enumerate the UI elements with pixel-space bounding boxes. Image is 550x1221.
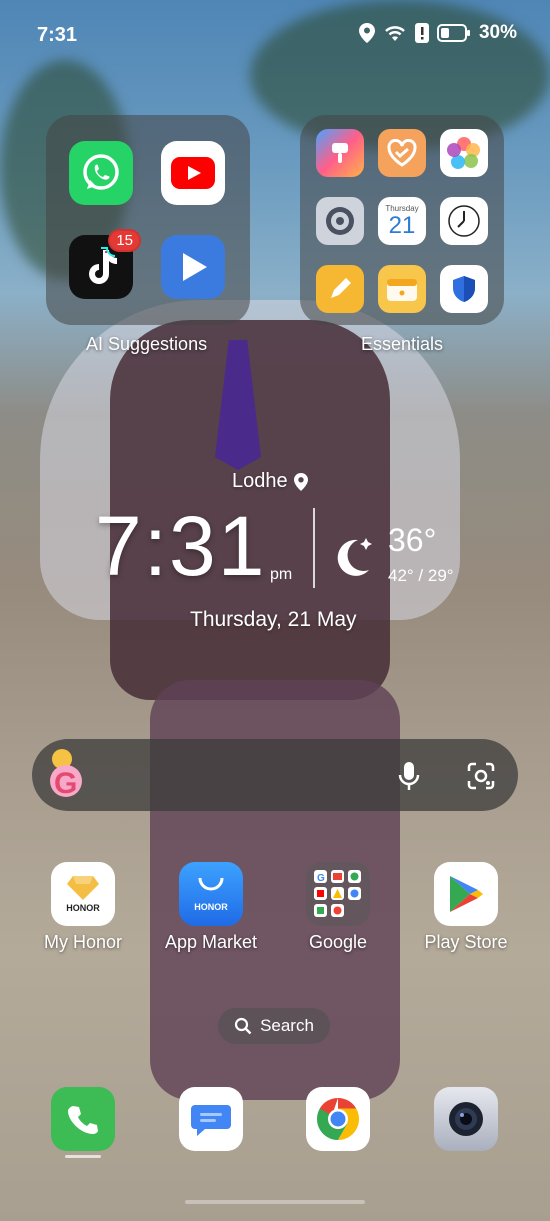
- current-temperature: 36°: [388, 522, 437, 558]
- my-honor-app[interactable]: HONOR: [51, 862, 115, 926]
- clock-date: Thursday, 21 May: [190, 608, 357, 631]
- microphone-icon[interactable]: [398, 761, 420, 791]
- location-icon: [358, 23, 375, 43]
- location-pin-icon: [293, 472, 308, 491]
- notes-app[interactable]: [316, 265, 364, 313]
- home-search-button[interactable]: Search: [218, 1008, 330, 1044]
- notification-badge: 15: [108, 229, 141, 252]
- search-icon: [234, 1017, 252, 1035]
- google-search-bar[interactable]: G: [32, 739, 518, 811]
- optimizer-app[interactable]: [440, 265, 488, 313]
- alert-icon: [414, 23, 429, 43]
- gallery-app[interactable]: [440, 129, 488, 177]
- folder-essentials[interactable]: Thursday 21: [300, 115, 504, 325]
- gear-icon: [326, 207, 354, 235]
- tiktok-app[interactable]: 15: [69, 229, 141, 299]
- health-app[interactable]: [378, 129, 426, 177]
- google-doodle-icon[interactable]: G: [40, 745, 92, 805]
- weather-location[interactable]: Lodhe: [232, 470, 308, 493]
- svg-text:G: G: [317, 873, 325, 884]
- clock-app[interactable]: [440, 197, 488, 245]
- search-label: Search: [260, 1016, 314, 1035]
- google-folder[interactable]: G: [306, 862, 370, 926]
- diamond-icon: [67, 876, 99, 900]
- app-label-app-market[interactable]: App Market: [151, 932, 271, 953]
- chrome-icon: [316, 1098, 360, 1140]
- gesture-bar[interactable]: [185, 1200, 365, 1204]
- chrome-app[interactable]: [306, 1087, 370, 1151]
- clock-icon: [448, 205, 480, 237]
- folder-label-ai-suggestions[interactable]: AI Suggestions: [86, 334, 207, 355]
- messages-app[interactable]: [179, 1087, 243, 1151]
- camera-lens-icon: [449, 1102, 483, 1136]
- location-name: Lodhe: [232, 470, 288, 492]
- battery-icon: [436, 24, 470, 42]
- pencil-icon: [331, 278, 351, 298]
- heart-check-icon: [387, 139, 417, 167]
- gallery-flower-icon: [447, 137, 480, 169]
- play-icon: [183, 253, 207, 281]
- running-indicator: [65, 1155, 101, 1158]
- app-market-app[interactable]: HONOR: [179, 862, 243, 926]
- folder-label-essentials[interactable]: Essentials: [361, 334, 443, 355]
- folder-icon: [387, 279, 417, 301]
- clock-time[interactable]: 7:31: [95, 498, 267, 595]
- clock-ampm: pm: [270, 566, 293, 583]
- folder-ai-suggestions[interactable]: 15: [46, 115, 250, 325]
- phone-app[interactable]: [51, 1087, 115, 1151]
- camera-app[interactable]: [434, 1087, 498, 1151]
- tiktok-icon: [89, 247, 117, 284]
- calendar-app[interactable]: Thursday 21: [378, 197, 426, 245]
- shield-icon: [453, 276, 475, 302]
- settings-app[interactable]: [316, 197, 364, 245]
- google-lens-icon[interactable]: [467, 762, 495, 790]
- message-bubble-icon: [191, 1105, 231, 1136]
- whatsapp-app[interactable]: [69, 141, 133, 205]
- status-bar: 7:31 30%: [0, 0, 550, 70]
- play-store-icon: [450, 876, 483, 912]
- whatsapp-icon: [83, 154, 119, 190]
- app-label-my-honor[interactable]: My Honor: [23, 932, 143, 953]
- video-player-app[interactable]: [161, 235, 225, 299]
- battery-percent: 30%: [478, 22, 517, 43]
- youtube-app[interactable]: [161, 141, 225, 205]
- honor-wordmark: HONOR: [194, 902, 228, 912]
- status-time: 7:31: [37, 24, 78, 46]
- widget-divider: [313, 508, 315, 588]
- themes-app[interactable]: [316, 129, 364, 177]
- status-icons: 30%: [358, 22, 517, 44]
- app-label-google[interactable]: Google: [278, 932, 398, 953]
- youtube-icon: [171, 157, 215, 189]
- google-apps-grid-icon: G: [314, 870, 361, 917]
- paintbrush-icon: [332, 143, 348, 163]
- phone-icon: [68, 1106, 98, 1134]
- wifi-icon: [385, 26, 405, 41]
- honor-wordmark: HONOR: [66, 903, 100, 913]
- svg-text:G: G: [54, 767, 77, 800]
- app-label-play-store[interactable]: Play Store: [406, 932, 526, 953]
- moon-stars-icon: [337, 538, 372, 576]
- files-app[interactable]: [378, 265, 426, 313]
- shopping-bag-icon: [198, 877, 224, 891]
- play-store-app[interactable]: [434, 862, 498, 926]
- calendar-day: 21: [388, 211, 416, 239]
- temperature-range: 42° / 29°: [388, 566, 454, 585]
